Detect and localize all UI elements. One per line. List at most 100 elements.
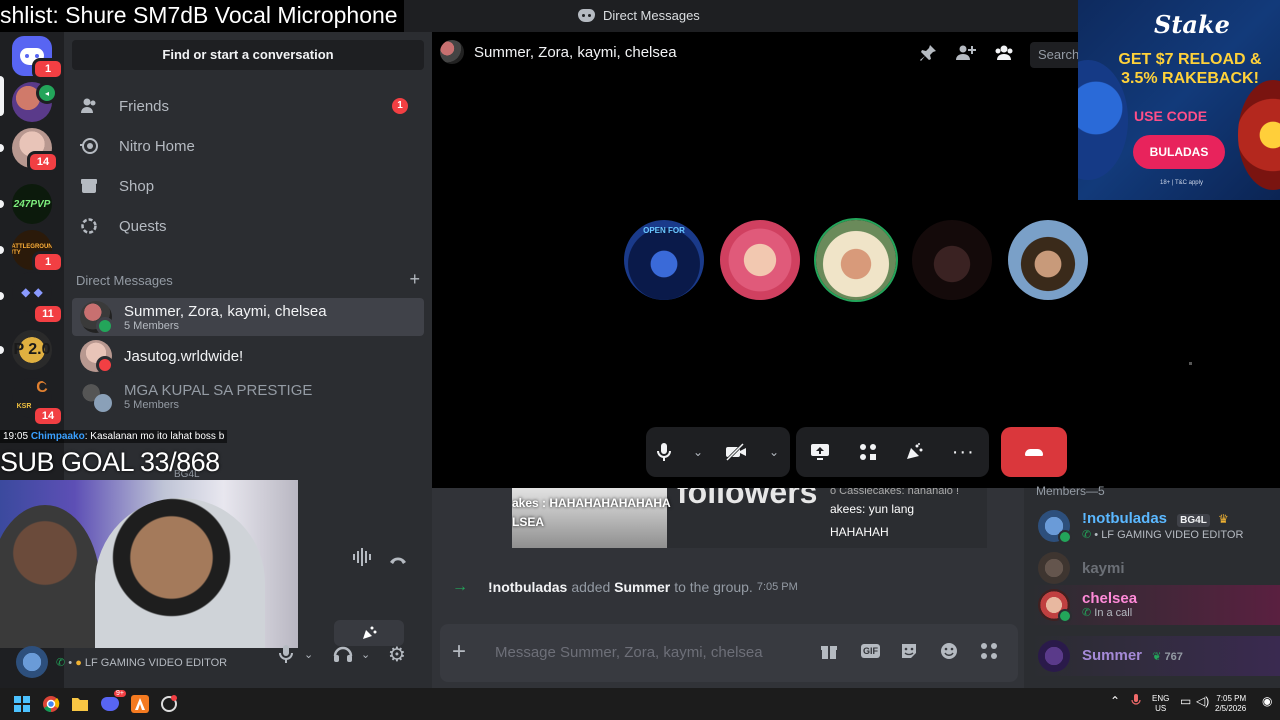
headphones-icon[interactable]: [333, 644, 353, 669]
settings-gear-icon[interactable]: ⚙: [388, 642, 406, 667]
participant-avatar[interactable]: [720, 220, 800, 300]
avatar[interactable]: [16, 646, 48, 678]
webcam-person: [0, 505, 100, 648]
system-clock[interactable]: 7:05 PM 2/5/2026: [1215, 694, 1246, 714]
dm-item-group[interactable]: Summer, Zora, kaymi, chelsea 5 Members: [72, 298, 424, 336]
server-badge: 1: [32, 251, 64, 273]
chevron-down-icon[interactable]: ⌄: [304, 648, 313, 661]
nav-shop[interactable]: Shop: [72, 166, 424, 206]
chat-area: akes : HAHAHAHAHAHAHA LSEA followers o C…: [432, 488, 1024, 688]
online-status-icon: [96, 317, 114, 335]
dnd-status-icon: [96, 356, 114, 374]
find-conversation-button[interactable]: Find or start a conversation: [72, 40, 424, 70]
avatar: [1038, 640, 1070, 672]
add-friends-icon[interactable]: [956, 44, 976, 67]
image-embed[interactable]: akes : HAHAHAHAHAHAHA LSEA followers o C…: [512, 488, 987, 548]
chevron-down-icon[interactable]: ⌄: [693, 445, 703, 459]
microphone-icon[interactable]: [278, 644, 294, 669]
windows-start-icon[interactable]: [12, 694, 32, 714]
participant-avatar[interactable]: OPEN FOR: [624, 220, 704, 300]
user-panel: ✆ • ● LF GAMING VIDEO EDITOR ⌄ ⌄ ⚙: [8, 640, 428, 680]
discord-taskbar-icon[interactable]: 9+: [100, 690, 126, 714]
windows-taskbar: 9+ ⌃ ENG US ▭ ◁) 7:05 PM 2/5/2026 ◉: [0, 688, 1280, 720]
sponsor-ad-overlay: Stake GET $7 RELOAD & 3.5% RAKEBACK! USE…: [1078, 0, 1280, 200]
unread-pill: [0, 246, 4, 254]
chevron-down-icon[interactable]: ⌄: [361, 648, 370, 661]
file-explorer-icon[interactable]: [70, 694, 90, 714]
network-icon[interactable]: ▭: [1180, 694, 1191, 708]
ad-code-badge: BULADAS: [1133, 135, 1225, 169]
emoji-icon: ●: [75, 657, 82, 669]
microphone-tray-icon[interactable]: [1131, 694, 1141, 711]
roulette-wheel-graphic: [1238, 80, 1280, 190]
participant-avatar[interactable]: [1008, 220, 1088, 300]
member-item[interactable]: Summer ❦ 767: [1032, 636, 1280, 676]
dm-section-header: Direct Messages +: [76, 269, 420, 289]
member-item[interactable]: chelsea ✆ In a call: [1032, 585, 1280, 625]
apps-icon[interactable]: [980, 642, 998, 665]
gif-button[interactable]: GIF: [861, 644, 880, 658]
nav-nitro-home[interactable]: Nitro Home: [72, 126, 424, 166]
leave-call-button[interactable]: [1001, 427, 1067, 477]
upload-plus-icon[interactable]: +: [452, 638, 466, 666]
gift-icon[interactable]: [820, 642, 838, 665]
stream-chat-message: 19:05 Chimpaako: Kasalanan mo ito lahat …: [0, 430, 228, 443]
chrome-icon[interactable]: [41, 694, 61, 714]
avatar: [1038, 510, 1072, 544]
timestamp: 7:05 PM: [756, 581, 798, 593]
notification-icon[interactable]: ◉: [1262, 694, 1272, 708]
participant-avatar-speaking[interactable]: [816, 220, 896, 300]
server-badge: 14: [27, 151, 59, 173]
online-status-icon: [1058, 530, 1072, 544]
screen-share-icon[interactable]: [810, 443, 830, 461]
crown-icon: ♛: [1218, 512, 1229, 526]
dm-item-jasutog[interactable]: Jasutog.wrldwide!: [72, 337, 424, 375]
ad-fine-print: 18+ | T&C apply: [1160, 180, 1203, 186]
soundboard-icon[interactable]: [352, 548, 372, 571]
create-dm-button[interactable]: +: [409, 269, 420, 290]
member-list-header: Members—5: [1036, 484, 1105, 498]
server-p20[interactable]: P 2.0: [12, 330, 52, 370]
call-tools: ···: [796, 427, 989, 477]
nitro-icon: [80, 137, 98, 155]
app-icon[interactable]: [159, 694, 179, 714]
friends-icon: [80, 97, 98, 115]
ad-use-code-label: USE CODE: [1134, 108, 1208, 124]
server-badge: 11: [32, 303, 64, 325]
more-options-icon[interactable]: ···: [952, 441, 975, 464]
message-input[interactable]: Message Summer, Zora, kaymi, chelsea: [495, 644, 763, 661]
participant-avatar[interactable]: [912, 220, 992, 300]
sticker-icon[interactable]: [900, 642, 918, 665]
emoji-icon[interactable]: [940, 642, 958, 665]
member-item[interactable]: !notbuladas BG4L ♛ ✆ • LF GAMING VIDEO E…: [1032, 506, 1280, 546]
system-message: → !notbuladas added Summer to the group.…: [452, 578, 798, 595]
soundboard-icon[interactable]: [905, 443, 923, 461]
camera-off-icon[interactable]: [725, 443, 747, 461]
server-247pvp[interactable]: 247PVP: [12, 184, 52, 224]
shop-icon: [80, 177, 98, 195]
home-badge: 1: [32, 58, 64, 80]
username-link[interactable]: !notbuladas: [488, 579, 567, 595]
unread-pill: [0, 346, 4, 354]
member-list-icon[interactable]: [994, 44, 1014, 67]
volume-icon[interactable]: ◁): [1196, 694, 1209, 708]
online-status-icon: [1058, 609, 1072, 623]
member-item[interactable]: kaymi: [1032, 548, 1280, 588]
nav-friends[interactable]: Friends 1: [72, 86, 424, 126]
media-controls: ⌄ ⌄: [646, 427, 790, 477]
disconnect-icon[interactable]: [388, 550, 408, 571]
server-badge: 14: [32, 405, 64, 427]
pin-icon[interactable]: [919, 44, 937, 67]
call-header: Summer, Zora, kaymi, chelsea: [440, 40, 677, 64]
chevron-down-icon[interactable]: ⌄: [769, 445, 779, 459]
microphone-icon[interactable]: [656, 443, 671, 461]
app-icon[interactable]: [130, 694, 150, 714]
chevron-up-icon[interactable]: ⌃: [1110, 694, 1120, 708]
dm-item-mga-kupal[interactable]: MGA KUPAL SA PRESTIGE 5 Members: [72, 377, 424, 415]
activities-icon[interactable]: [859, 443, 877, 461]
member-badge-count: ❦ 767: [1152, 650, 1183, 663]
nav-quests[interactable]: Quests: [72, 206, 424, 246]
language-indicator[interactable]: ENG US: [1152, 694, 1169, 714]
username-link[interactable]: Summer: [614, 579, 670, 595]
friends-badge: 1: [392, 98, 408, 114]
